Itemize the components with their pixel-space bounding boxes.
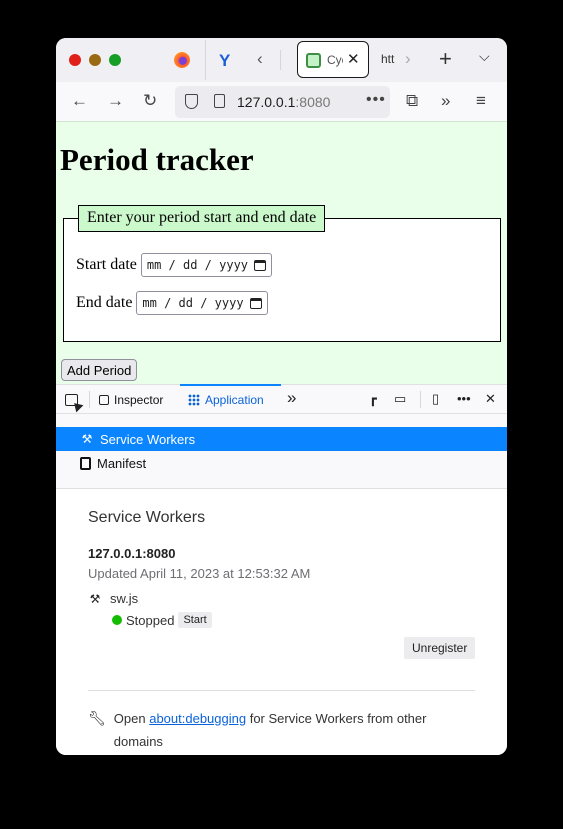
browser-window: Y ‹ Cyc ✕ htt › + ⌵ ← → ↻ 127.0.0.1:8080… [56, 38, 507, 755]
application-icon [188, 393, 200, 406]
document-icon [80, 456, 91, 470]
tab-inactive[interactable]: htt [381, 52, 394, 66]
hammer-wrench-icon: ⚒ [81, 432, 93, 446]
devtools-toolbar: Inspector Application » ┏ ▭ ▯ ••• ✕ [56, 384, 507, 414]
sidebar-item-manifest[interactable]: Manifest [56, 451, 507, 475]
url-bar[interactable]: 127.0.0.1:8080 ••• [175, 86, 390, 118]
end-date-row: End date mm / dd / yyyy [76, 291, 268, 315]
tab-inspector-label: Inspector [114, 392, 164, 407]
sidebar-item-service-workers[interactable]: ⚒ Service Workers [56, 427, 507, 451]
navigation-toolbar: ← → ↻ 127.0.0.1:8080 ••• ⧉ » ≡ [56, 82, 507, 122]
start-button[interactable]: Start [178, 612, 212, 628]
new-tab-button[interactable]: + [439, 46, 452, 72]
devtools-more-icon[interactable]: ••• [457, 391, 471, 406]
tab-title: Cyc [327, 53, 343, 67]
worker-script-name[interactable]: sw.js [110, 591, 138, 606]
end-date-placeholder: mm / dd / yyyy [142, 296, 244, 310]
divider [420, 391, 421, 408]
hammer-wrench-icon: ⚒ [89, 591, 101, 606]
url-text[interactable]: 127.0.0.1:8080 [237, 94, 330, 110]
divider [280, 50, 281, 70]
url-host: 127.0.0.1 [237, 94, 296, 110]
end-date-input[interactable]: mm / dd / yyyy [136, 291, 268, 315]
tab-favicon-icon [306, 53, 321, 68]
worker-status: Stopped [126, 612, 175, 628]
hamburger-menu-icon[interactable]: ≡ [476, 91, 486, 111]
worker-host: 127.0.0.1:8080 [88, 546, 176, 561]
firefox-view-icon[interactable] [174, 52, 190, 68]
panel-title: Service Workers [88, 509, 206, 526]
tab-active[interactable]: Cyc ✕ [297, 41, 369, 78]
url-port: :8080 [295, 94, 331, 110]
worker-script-row: ⚒ sw.js [88, 591, 139, 606]
forward-button[interactable]: → [107, 91, 124, 111]
back-button[interactable]: ← [71, 91, 88, 111]
sidebar-item-label: Manifest [97, 455, 147, 471]
tab-inspector[interactable]: Inspector [99, 385, 163, 414]
tab-application[interactable]: Application [188, 385, 264, 414]
tracking-protection-shield-icon[interactable] [185, 94, 198, 109]
service-workers-panel: Service Workers 127.0.0.1:8080 Updated A… [56, 489, 507, 755]
calendar-icon[interactable] [249, 297, 262, 309]
divider [88, 690, 475, 691]
about-debugging-link[interactable]: about:debugging [149, 711, 246, 726]
tab-application-label: Application [205, 392, 264, 407]
fieldset-legend: Enter your period start and end date [78, 205, 326, 232]
divider [205, 40, 206, 80]
reload-button[interactable]: ↻ [143, 91, 157, 111]
element-picker-icon [65, 393, 78, 406]
zoom-window-button[interactable] [109, 54, 121, 66]
rulers-icon[interactable]: ┏ [369, 391, 377, 407]
add-period-button[interactable]: Add Period [61, 359, 138, 381]
pinned-tab-icon[interactable]: Y [219, 51, 230, 71]
worker-updated-timestamp: Updated April 11, 2023 at 12:53:32 AM [88, 566, 311, 581]
sidebar-item-label: Service Workers [100, 431, 196, 447]
start-date-input[interactable]: mm / dd / yyyy [140, 253, 273, 277]
worker-status-row: Stopped Start [112, 612, 212, 628]
page-info-icon[interactable] [214, 94, 225, 108]
start-date-label: Start date [76, 256, 137, 273]
inspector-icon [99, 394, 109, 405]
debugging-footer: 🔧︎ Open about:debugging for Service Work… [88, 707, 468, 753]
divider [89, 391, 90, 408]
list-all-tabs-icon[interactable]: ⌵ [479, 48, 490, 65]
element-picker-button[interactable] [65, 385, 78, 414]
start-date-row: Start date mm / dd / yyyy [76, 253, 273, 277]
footer-text: Open about:debugging for Service Workers… [114, 707, 468, 753]
measure-icon[interactable]: ▭ [394, 391, 406, 407]
tab-strip: Y ‹ Cyc ✕ htt › + ⌵ [56, 38, 507, 82]
tab-scroll-left-icon[interactable]: ‹ [257, 49, 263, 69]
unregister-button[interactable]: Unregister [404, 637, 476, 659]
close-window-button[interactable] [69, 54, 81, 66]
extensions-icon[interactable]: ⧉ [406, 91, 418, 111]
close-tab-icon[interactable]: ✕ [347, 50, 360, 68]
start-date-placeholder: mm / dd / yyyy [146, 258, 249, 272]
application-sidebar: ⚒ Service Workers Manifest [56, 414, 507, 489]
tab-scroll-right-icon[interactable]: › [405, 49, 411, 69]
overflow-menu-icon[interactable]: » [441, 91, 450, 111]
responsive-design-icon[interactable]: ▯ [432, 391, 439, 407]
page-title: Period tracker [60, 142, 254, 177]
wrench-icon: 🔧︎ [88, 710, 106, 726]
minimize-window-button[interactable] [89, 54, 101, 66]
page-actions-more-icon[interactable]: ••• [366, 91, 386, 109]
more-tools-icon[interactable]: » [287, 388, 296, 408]
end-date-label: End date [76, 294, 133, 311]
close-devtools-icon[interactable]: ✕ [485, 391, 496, 407]
footer-prefix: Open [113, 711, 146, 726]
status-dot-icon [112, 615, 122, 625]
page-content: Period tracker Enter your period start a… [56, 122, 507, 384]
date-fieldset: Enter your period start and end date Sta… [63, 205, 501, 342]
calendar-icon[interactable] [254, 259, 267, 271]
